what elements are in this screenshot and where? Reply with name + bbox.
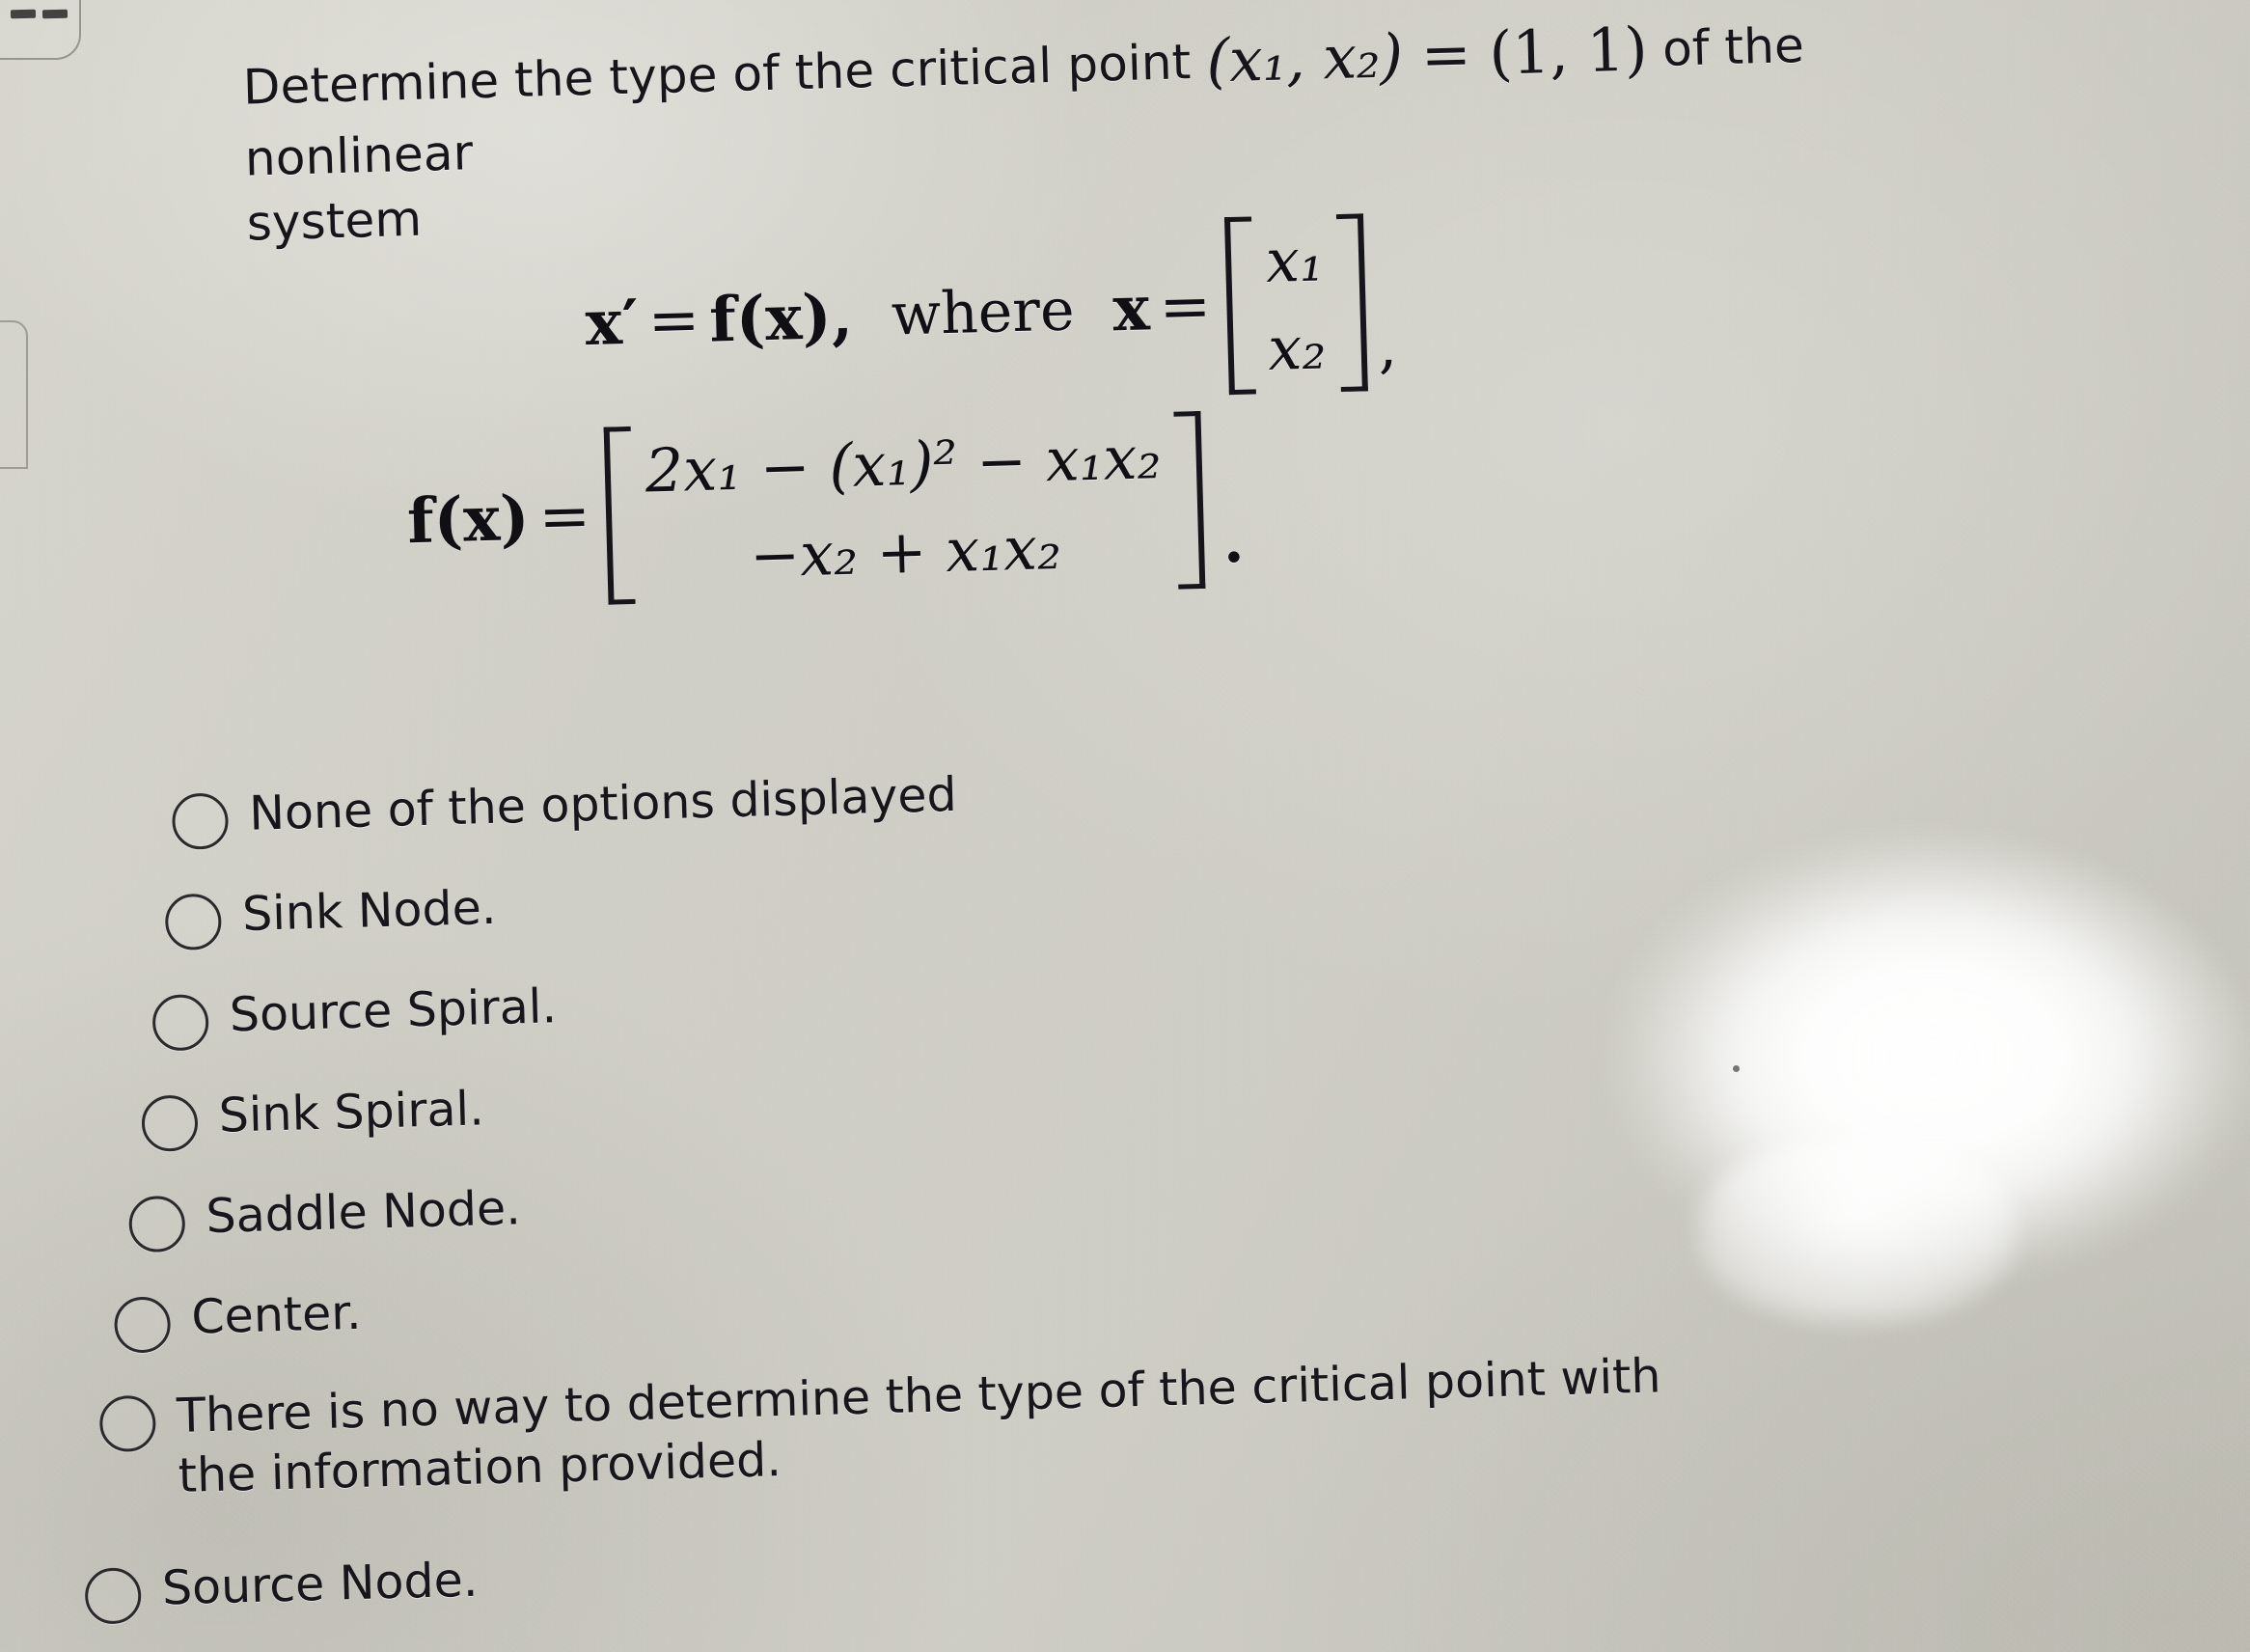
x-vector-symbol: x xyxy=(584,286,623,360)
option-label: None of the options displayed xyxy=(248,766,958,841)
option-label: Source Spiral. xyxy=(229,978,558,1043)
option-label: Source Node. xyxy=(161,1552,479,1616)
trailing-period: . xyxy=(1221,505,1246,577)
option-source-node[interactable]: Source Node. xyxy=(84,1551,479,1625)
equals-sign: = xyxy=(537,481,591,554)
equals-sign: = xyxy=(1158,270,1213,344)
answer-options-list: None of the options displayed Sink Node.… xyxy=(0,730,2249,1625)
radio-button-icon[interactable] xyxy=(164,893,223,951)
radio-button-icon[interactable] xyxy=(98,1394,157,1453)
radio-button-icon[interactable] xyxy=(113,1296,172,1354)
radio-button-icon[interactable] xyxy=(128,1195,186,1253)
bracket-right-icon xyxy=(1172,410,1205,590)
option-label: Saddle Node. xyxy=(205,1180,522,1245)
radio-button-icon[interactable] xyxy=(141,1094,199,1152)
x-symbol: x xyxy=(1111,271,1151,345)
radio-button-icon[interactable] xyxy=(84,1567,142,1625)
matrix-cells: 2x₁ − (x₁)² − x₁x₂ −x₂ + x₁x₂ xyxy=(630,412,1177,604)
option-saddle-node[interactable]: Saddle Node. xyxy=(128,1178,522,1253)
question-content: Determine the type of the critical point… xyxy=(0,0,2250,1652)
radio-button-icon[interactable] xyxy=(171,792,230,850)
equation-row-f-definition: f(x) = 2x₁ − (x₁)² − x₁x₂ −x₂ + x₁x₂ . xyxy=(405,410,1246,610)
option-label: Sink Node. xyxy=(241,879,498,942)
matrix-row-2: −x₂ + x₁x₂ xyxy=(749,511,1062,592)
option-sink-spiral[interactable]: Sink Spiral. xyxy=(141,1079,485,1152)
equals-sign: = xyxy=(646,284,701,358)
matrix-row-1: 2x₁ − (x₁)² − x₁x₂ xyxy=(644,422,1163,507)
where-keyword: where xyxy=(890,276,1076,349)
option-none-of-the-options[interactable]: None of the options displayed xyxy=(171,765,958,850)
option-label: There is no way to determine the type of… xyxy=(176,1348,1662,1503)
option-sink-node[interactable]: Sink Node. xyxy=(164,878,498,951)
vector-cell: x₁ xyxy=(1264,224,1325,297)
critical-point-coordinates: (x₁, x₂) xyxy=(1205,20,1404,96)
f-of-x-label: f(x) xyxy=(406,482,531,558)
critical-point-value: (1, 1) xyxy=(1488,14,1649,89)
option-label: Center. xyxy=(190,1284,363,1345)
option-no-way-to-determine[interactable]: There is no way to determine the type of… xyxy=(98,1344,1742,1507)
prompt-text-before: Determine the type of the critical point xyxy=(242,33,1208,116)
option-center[interactable]: Center. xyxy=(113,1283,363,1354)
option-source-spiral[interactable]: Source Spiral. xyxy=(151,977,558,1052)
trailing-comma: , xyxy=(1377,310,1398,381)
equation-row-primary: x ′ = f(x), where x = x₁ x₂ , xyxy=(583,212,1398,412)
option-label: Sink Spiral. xyxy=(218,1081,485,1143)
vector-cells: x₁ x₂ xyxy=(1251,214,1341,394)
f-column-vector: 2x₁ − (x₁)² − x₁x₂ −x₂ + x₁x₂ xyxy=(603,410,1205,605)
question-prompt: Determine the type of the critical point… xyxy=(242,0,2042,257)
equals-sign: = xyxy=(1401,17,1491,92)
prime-symbol: ′ xyxy=(620,286,640,359)
bracket-right-icon xyxy=(1335,213,1368,393)
x-column-vector: x₁ x₂ xyxy=(1223,213,1368,396)
question-screenshot: Determine the type of the critical point… xyxy=(0,0,2250,1652)
vector-cell: x₂ xyxy=(1267,312,1328,385)
radio-button-icon[interactable] xyxy=(151,994,209,1052)
f-of-x: f(x), xyxy=(708,280,854,357)
